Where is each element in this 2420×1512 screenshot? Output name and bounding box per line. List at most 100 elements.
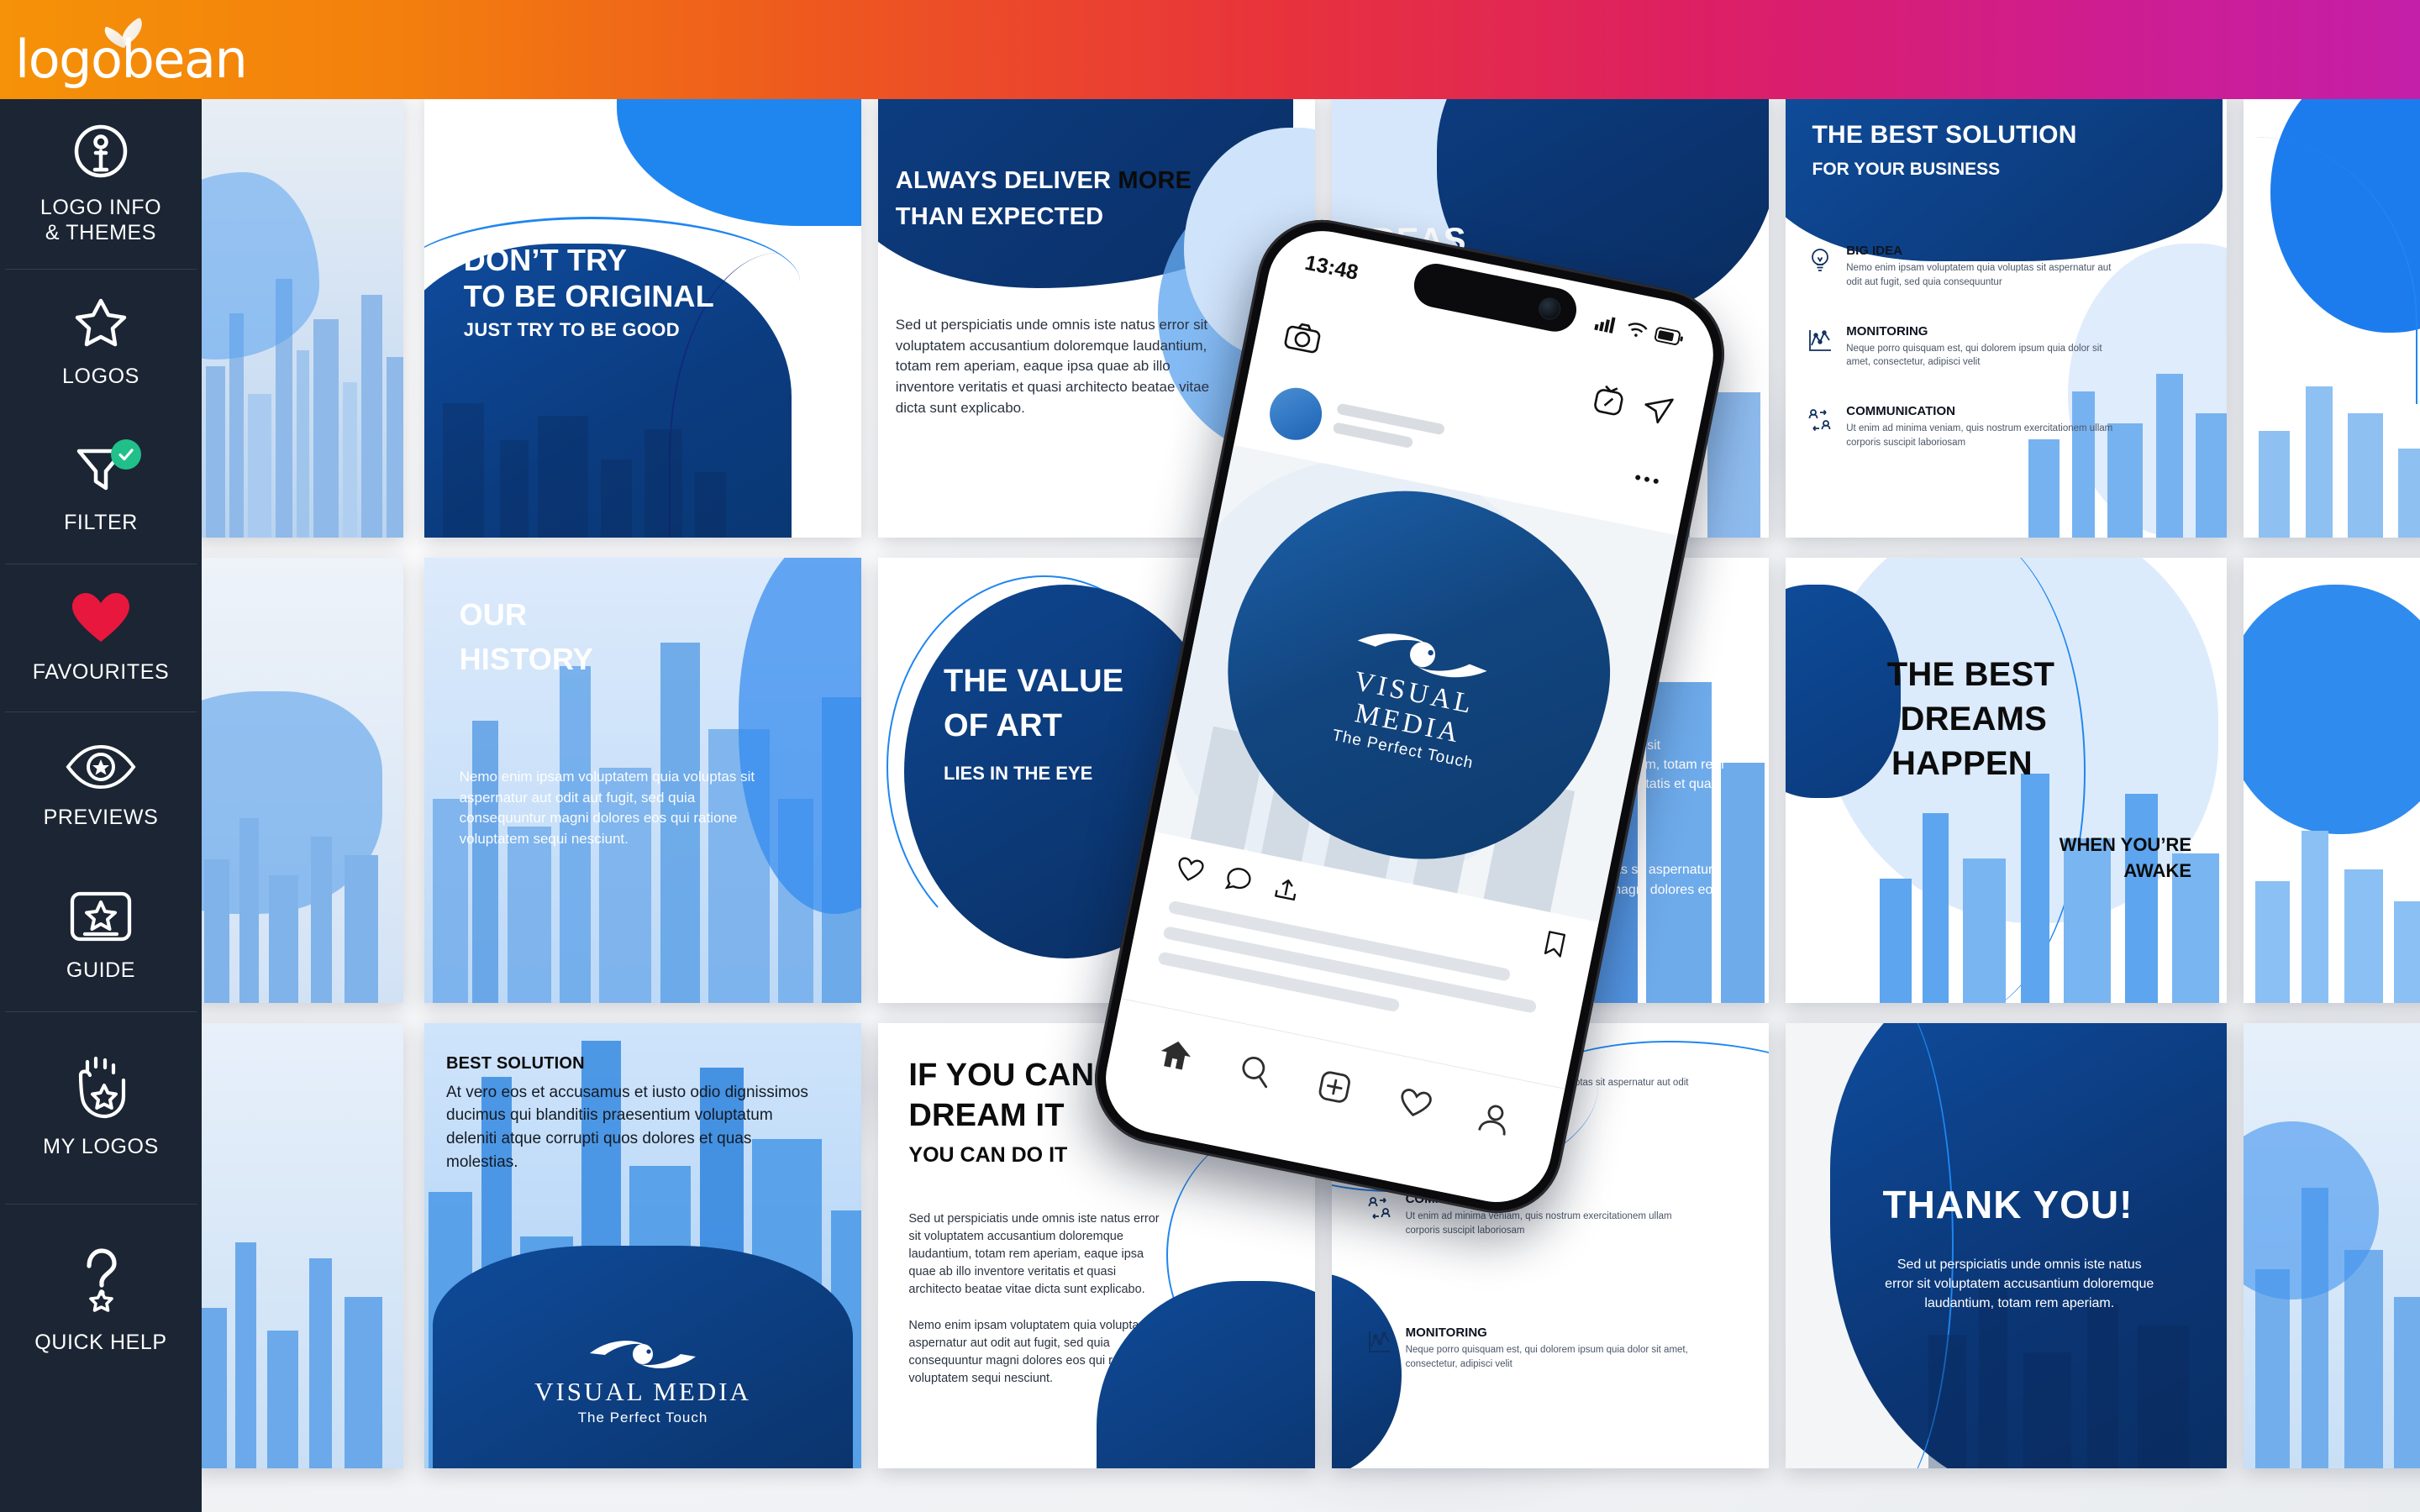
feature-heading: BIG IDEA: [1846, 244, 1902, 259]
battery-icon: [1654, 327, 1683, 345]
card-body: Sed ut perspiciatis unde omnis iste natu…: [895, 317, 1210, 416]
card-title-line2: DREAM IT: [908, 1098, 1065, 1134]
preview-card-our-history[interactable]: OUR HISTORY Nemo enim ipsam voluptatem q…: [424, 558, 861, 1003]
sidebar-item-previews[interactable]: PREVIEWS: [0, 712, 202, 862]
preview-card-right-edge-2[interactable]: [2244, 558, 2420, 1003]
card-title-line1: THE BEST: [1886, 655, 2055, 693]
main-sidebar: LOGO INFO & THEMES LOGOS FILTER FAVOURIT…: [0, 99, 202, 1512]
preview-card-dont-try[interactable]: DON’T TRY TO BE ORIGINAL JUST TRY TO BE …: [424, 99, 861, 538]
sidebar-item-logos[interactable]: LOGOS: [0, 270, 202, 417]
info-circle-icon: [72, 123, 129, 184]
preview-card-best-solution[interactable]: THE BEST SOLUTION FOR YOUR BUSINESS BIG …: [1786, 99, 2227, 538]
card-title: THANK YOU!: [1882, 1182, 2133, 1226]
card-logo-name: VISUAL MEDIA: [534, 1377, 751, 1406]
question-star-icon: [71, 1246, 130, 1319]
star-outline-icon: [73, 297, 129, 353]
share-icon[interactable]: [1270, 874, 1301, 908]
preview-card-city-3[interactable]: [202, 1023, 403, 1468]
card-body: At vero eos et accusamus et iusto odio d…: [446, 1083, 808, 1171]
card-subtitle-line1: WHEN YOU’RE: [2059, 833, 2191, 855]
feature-row: MONITORING Neque porro quisquam est, qui…: [1807, 324, 2125, 370]
preview-card-city-2[interactable]: [202, 558, 403, 1003]
preview-card-right-edge-3[interactable]: [2244, 1023, 2420, 1468]
heart-icon: [70, 591, 132, 648]
light-blue-blob-top: [616, 99, 861, 226]
card-title: THE BEST SOLUTION: [1812, 121, 2077, 150]
preview-card-best-dreams[interactable]: THE BEST DREAMS HAPPEN WHEN YOU’RE AWAKE: [1786, 558, 2227, 1003]
igtv-icon[interactable]: [1591, 381, 1628, 422]
sidebar-item-quick-help[interactable]: QUICK HELP: [0, 1205, 202, 1396]
sidebar-label-my-logos: MY LOGOS: [43, 1134, 159, 1158]
preview-card-right-edge-1[interactable]: [2244, 99, 2420, 538]
card-title-line1: DON’T TRY: [463, 243, 628, 278]
chart-line-icon: [1807, 328, 1833, 357]
preview-card-best-solution-text[interactable]: BEST SOLUTION At vero eos et accusamus e…: [424, 1023, 861, 1468]
heart-nav-icon[interactable]: [1396, 1086, 1434, 1125]
card-logo: VISUAL MEDIA The Perfect Touch: [424, 1335, 861, 1426]
card-city: [202, 1192, 403, 1468]
sidebar-item-my-logos[interactable]: MY LOGOS: [0, 1012, 202, 1204]
sidebar-label-line1: LOGO INFO: [39, 196, 162, 219]
preview-card-thank-you[interactable]: THANK YOU! Sed ut perspiciatis unde omni…: [1786, 1023, 2227, 1468]
preview-card-city-1[interactable]: [202, 99, 403, 538]
sidebar-label-guide: GUIDE: [66, 958, 136, 982]
card-subtitle: JUST TRY TO BE GOOD: [463, 319, 680, 341]
sidebar-label-logos: LOGOS: [62, 365, 139, 389]
sidebar-item-guide[interactable]: GUIDE: [0, 862, 202, 1011]
sidebar-item-logo-info-themes[interactable]: LOGO INFO & THEMES: [0, 99, 202, 269]
wifi-icon: [1628, 323, 1648, 337]
card-subtitle: LIES IN THE EYE: [944, 762, 1093, 784]
feature-body: Neque porro quisquam est, qui dolorem ip…: [1846, 343, 2102, 368]
logobean-logo[interactable]: logobean: [15, 12, 248, 89]
card-title-line2: OF ART: [944, 708, 1063, 744]
card-title-line2: HISTORY: [459, 641, 594, 676]
feature-heading: MONITORING: [1405, 1326, 1487, 1341]
card-heading: BEST SOLUTION: [446, 1054, 585, 1074]
top-brand-bar: logobean: [0, 0, 2420, 99]
card-title-line3: HAPPEN: [1891, 744, 2033, 782]
plus-square-icon[interactable]: [1317, 1069, 1353, 1109]
title-dark-part: MORE: [1118, 167, 1192, 195]
logo-preview-gallery: DON’T TRY TO BE ORIGINAL JUST TRY TO BE …: [202, 99, 2420, 1512]
chart-line-icon: [1367, 1329, 1392, 1358]
card-subtitle-line2: AWAKE: [2123, 860, 2191, 882]
sidebar-label-filter: FILTER: [64, 511, 138, 535]
feature-heading: MONITORING: [1846, 323, 1928, 339]
search-icon[interactable]: [1237, 1053, 1273, 1093]
card-subtitle: FOR YOUR BUSINESS: [1812, 159, 2001, 179]
bookmark-icon[interactable]: [1542, 929, 1567, 962]
card-title-line2: DREAMS: [1900, 700, 2048, 738]
camera-icon[interactable]: [1281, 318, 1323, 360]
feature-row: COMMUNICATION Ut enim ad minima veniam, …: [1807, 404, 2125, 449]
feature-body: Nemo enim ipsam voluptatem quia voluptas…: [1846, 263, 2112, 287]
send-icon[interactable]: [1638, 391, 1676, 433]
feature-heading: COMMUNICATION: [1846, 404, 1955, 418]
sidebar-item-favourites[interactable]: FAVOURITES: [0, 564, 202, 711]
feature-body: Neque porro quisquam est, qui dolorem ip…: [1405, 1345, 1688, 1370]
card-title-line2: TO BE ORIGINAL: [463, 278, 714, 313]
sidebar-label-logo-info: LOGO INFO & THEMES: [40, 196, 161, 245]
card-city-silhouette: [424, 350, 739, 538]
avatar: [1265, 383, 1327, 445]
card-title-line1: IF YOU CAN: [908, 1058, 1095, 1094]
heart-outline-icon[interactable]: [1174, 854, 1206, 889]
status-clock: 13:48: [1302, 250, 1360, 285]
feature-body: Ut enim ad minima veniam, quis nostrum e…: [1846, 423, 2113, 448]
author-placeholder-lines: [1331, 402, 1446, 463]
card-logo-tagline: The Perfect Touch: [577, 1410, 708, 1425]
post-image[interactable]: VISUAL MEDIA The Perfect Touch: [1155, 444, 1678, 922]
sidebar-label-quick-help: QUICK HELP: [34, 1330, 167, 1354]
card-title-line1: ALWAYS DELIVER MORE: [896, 167, 1192, 195]
eye-star-icon: [66, 744, 136, 794]
card-body-1: Sed ut perspiciatis unde omnis iste natu…: [908, 1211, 1160, 1296]
card-title-line1: OUR: [459, 596, 528, 632]
card-body: Sed ut perspiciatis unde omnis iste natu…: [1885, 1257, 2154, 1310]
card-body: Nemo enim ipsam voluptatem quia voluptas…: [459, 769, 755, 848]
communication-icon: [1367, 1195, 1392, 1225]
home-icon[interactable]: [1156, 1037, 1194, 1077]
sidebar-item-filter[interactable]: FILTER: [0, 417, 202, 564]
comment-bubble-icon[interactable]: [1223, 864, 1254, 898]
card-subtitle: YOU CAN DO IT: [908, 1143, 1068, 1168]
person-icon[interactable]: [1476, 1102, 1511, 1142]
card-star-icon: [70, 890, 132, 947]
